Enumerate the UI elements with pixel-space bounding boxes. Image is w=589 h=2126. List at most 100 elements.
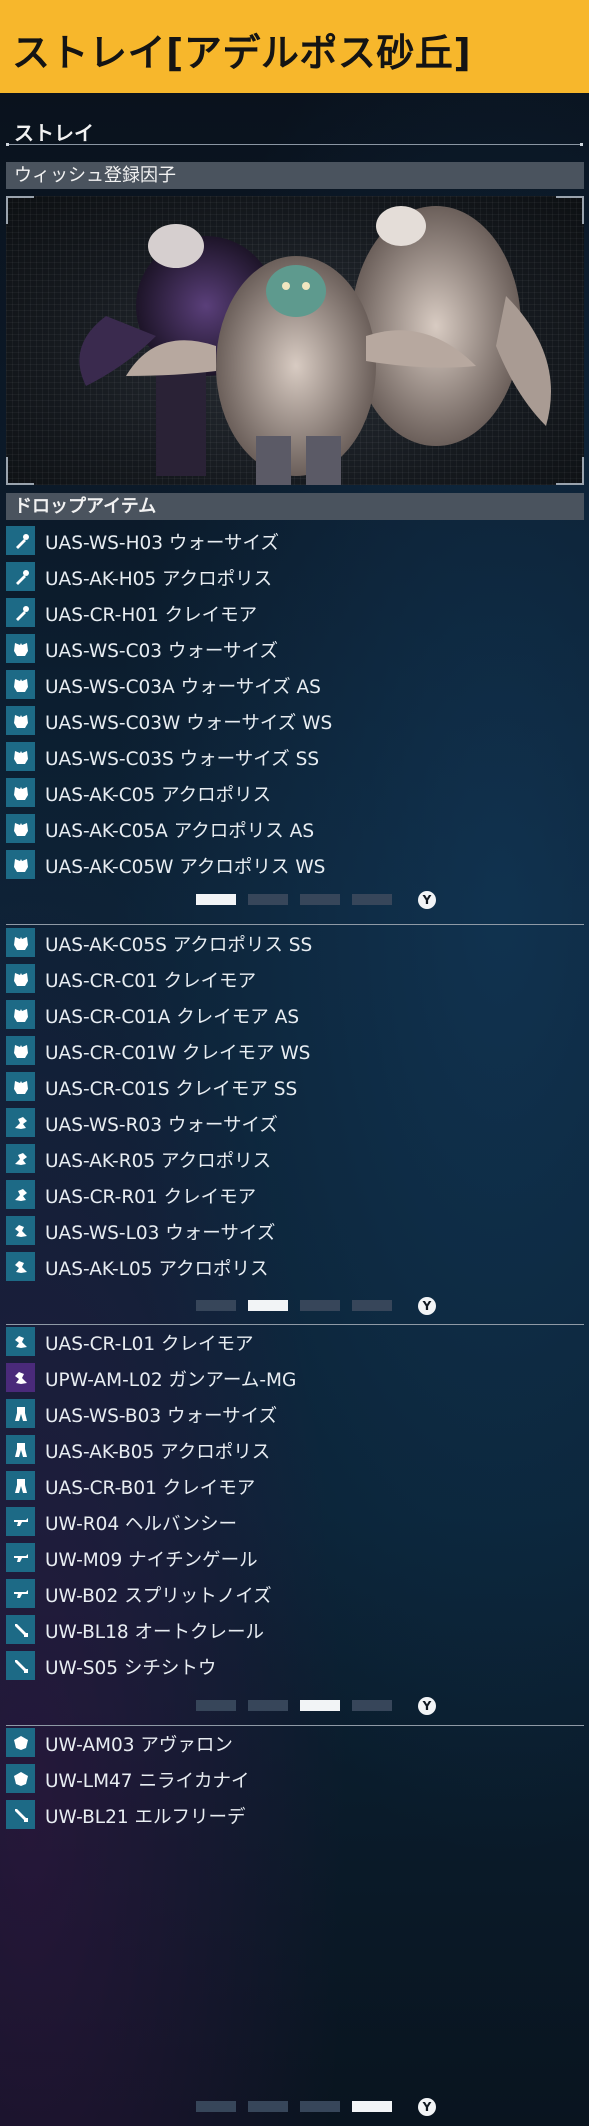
drop-item-row[interactable]: UAS-CR-C01A クレイモア AS [6,999,566,1031]
drop-item-row[interactable]: UAS-CR-R01 クレイモア [6,1179,566,1211]
drop-item-row[interactable]: UAS-AK-R05 アクロポリス [6,1143,566,1175]
drop-item-label: UAS-AK-R05 アクロポリス [45,1151,272,1172]
drop-item-label: UAS-WS-C03 ウォーサイズ [45,641,278,662]
page-indicator-segment[interactable] [248,1700,288,1711]
chest-armor-icon [6,964,35,993]
shield-icon [6,1764,35,1793]
page-indicator-segment[interactable] [196,1300,236,1311]
page-indicator-segment[interactable] [300,894,340,905]
page-indicator-segment[interactable] [196,2101,236,2112]
drop-item-row[interactable]: UAS-WS-R03 ウォーサイズ [6,1107,566,1139]
left-arm-icon [6,1216,35,1245]
page-indicator-segment[interactable] [196,1700,236,1711]
page-indicator-segment[interactable] [352,894,392,905]
drop-item-row[interactable]: UW-B02 スプリットノイズ [6,1578,566,1610]
drop-item-label: UAS-AK-B05 アクロポリス [45,1442,271,1463]
drop-item-row[interactable]: UAS-AK-B05 アクロポリス [6,1434,566,1466]
drop-item-label: UAS-WS-R03 ウォーサイズ [45,1115,278,1136]
drop-item-label: UAS-CR-C01A クレイモア AS [45,1007,300,1028]
drop-item-label: UAS-CR-C01 クレイモア [45,971,257,992]
y-button-icon[interactable]: Y [418,891,436,909]
drop-item-row[interactable]: UAS-AK-C05S アクロポリス SS [6,927,566,959]
drop-item-row[interactable]: UAS-AK-L05 アクロポリス [6,1251,566,1283]
page-indicator: Y [196,2098,496,2116]
drop-item-row[interactable]: UW-AM03 アヴァロン [6,1727,566,1759]
drop-item-row[interactable]: UAS-WS-L03 ウォーサイズ [6,1215,566,1247]
y-button-icon[interactable]: Y [418,2098,436,2116]
drop-item-row[interactable]: UAS-CR-H01 クレイモア [6,597,566,629]
drop-item-label: UAS-AK-L05 アクロポリス [45,1259,269,1280]
right-arm-icon [6,1144,35,1173]
y-button-icon[interactable]: Y [418,1297,436,1315]
leg-armor-icon [6,1435,35,1464]
page-divider [6,1725,584,1726]
leg-armor-icon [6,1471,35,1500]
y-button-icon[interactable]: Y [418,1697,436,1715]
drop-item-row[interactable]: UAS-WS-C03W ウォーサイズ WS [6,705,566,737]
drop-item-row[interactable]: UAS-WS-C03S ウォーサイズ SS [6,741,566,773]
drop-item-row[interactable]: UW-R04 ヘルバンシー [6,1506,566,1538]
drop-item-row[interactable]: UW-LM47 ニライカナイ [6,1763,566,1795]
divider-end-dot [580,143,583,146]
drop-item-label: UW-B02 スプリットノイズ [45,1586,272,1607]
drop-item-row[interactable]: UAS-AK-C05 アクロポリス [6,777,566,809]
chest-armor-icon [6,814,35,843]
drop-item-row[interactable]: UAS-WS-C03 ウォーサイズ [6,633,566,665]
drop-item-label: UAS-WS-B03 ウォーサイズ [45,1406,278,1427]
drop-item-label: UAS-AK-H05 アクロポリス [45,569,273,590]
drop-item-label: UW-M09 ナイチンゲール [45,1550,258,1571]
page-indicator-segment[interactable] [352,1700,392,1711]
chest-armor-icon [6,706,35,735]
page-divider [6,924,584,925]
chest-armor-icon [6,1036,35,1065]
drop-item-label: UAS-CR-C01S クレイモア SS [45,1079,298,1100]
drop-item-row[interactable]: UAS-AK-H05 アクロポリス [6,561,566,593]
drop-item-row[interactable]: UAS-CR-B01 クレイモア [6,1470,566,1502]
drop-item-label: UAS-AK-C05A アクロポリス AS [45,821,315,842]
drop-item-row[interactable]: UW-S05 シチシトウ [6,1650,566,1682]
blade-icon [6,1651,35,1680]
page-indicator-segment[interactable] [248,894,288,905]
shield-icon [6,1728,35,1757]
gun-icon [6,1507,35,1536]
chest-armor-icon [6,742,35,771]
page-indicator-active[interactable] [352,2101,392,2112]
drop-item-row[interactable]: UAS-WS-C03A ウォーサイズ AS [6,669,566,701]
page-indicator-active[interactable] [248,1300,288,1311]
drop-item-row[interactable]: UW-M09 ナイチンゲール [6,1542,566,1574]
blade-icon [6,1615,35,1644]
page-indicator-segment[interactable] [352,1300,392,1311]
page-indicator-active[interactable] [300,1700,340,1711]
page-indicator-active[interactable] [196,894,236,905]
page-indicator-segment[interactable] [248,2101,288,2112]
drop-item-row[interactable]: UW-BL21 エルフリーデ [6,1799,566,1831]
page-indicator-segment[interactable] [300,2101,340,2112]
left-arm-icon [6,1363,35,1392]
page-header: ストレイ[アデルポス砂丘] [0,0,589,93]
drop-item-row[interactable]: UAS-CR-C01S クレイモア SS [6,1071,566,1103]
arm-part-icon [6,598,35,627]
drop-item-row[interactable]: UAS-AK-C05W アクロポリス WS [6,849,566,881]
chest-armor-icon [6,928,35,957]
drop-item-row[interactable]: UAS-CR-C01W クレイモア WS [6,1035,566,1067]
page-indicator-segment[interactable] [300,1300,340,1311]
enemy-illustration [79,206,551,485]
drop-item-row[interactable]: UAS-WS-B03 ウォーサイズ [6,1398,566,1430]
drop-item-row[interactable]: UAS-AK-C05A アクロポリス AS [6,813,566,845]
drop-item-row[interactable]: UAS-WS-H03 ウォーサイズ [6,525,566,557]
drop-item-row[interactable]: UW-BL18 オートクレール [6,1614,566,1646]
blade-icon [6,1800,35,1829]
drop-item-label: UPW-AM-L02 ガンアーム-MG [45,1370,297,1391]
gun-icon [6,1543,35,1572]
chest-armor-icon [6,850,35,879]
drop-item-row[interactable]: UAS-CR-C01 クレイモア [6,963,566,995]
chest-armor-icon [6,1000,35,1029]
drop-item-label: UAS-CR-H01 クレイモア [45,605,258,626]
drop-item-label: UAS-WS-H03 ウォーサイズ [45,533,279,554]
leg-armor-icon [6,1399,35,1428]
drop-item-row[interactable]: UPW-AM-L02 ガンアーム-MG [6,1362,566,1394]
drop-items-bar: ドロップアイテム [6,493,584,520]
drop-item-row[interactable]: UAS-CR-L01 クレイモア [6,1326,566,1358]
drop-item-label: UAS-CR-R01 クレイモア [45,1187,257,1208]
drop-item-label: UW-BL21 エルフリーデ [45,1807,246,1828]
